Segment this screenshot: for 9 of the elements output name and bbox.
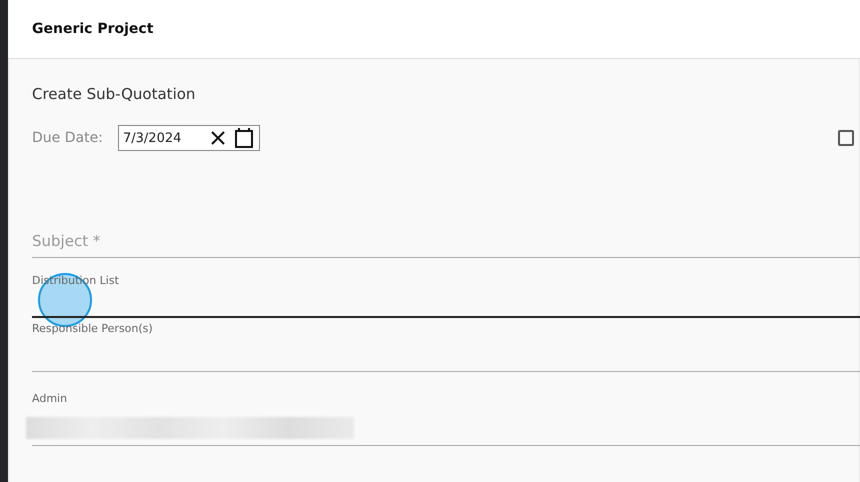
input-field[interactable]: Responsible Person(s) (32, 318, 860, 372)
checkbox[interactable] (838, 130, 854, 146)
page-title: Generic Project (32, 21, 154, 37)
form-heading: Create Sub-Quotation (32, 85, 196, 103)
date-field[interactable]: 7/3/2024 (118, 125, 260, 151)
clear-icon[interactable] (211, 131, 225, 145)
calendar-icon[interactable] (235, 128, 253, 148)
due-date-label: Due Date: (32, 130, 104, 146)
input-field[interactable]: Admin (32, 372, 860, 446)
